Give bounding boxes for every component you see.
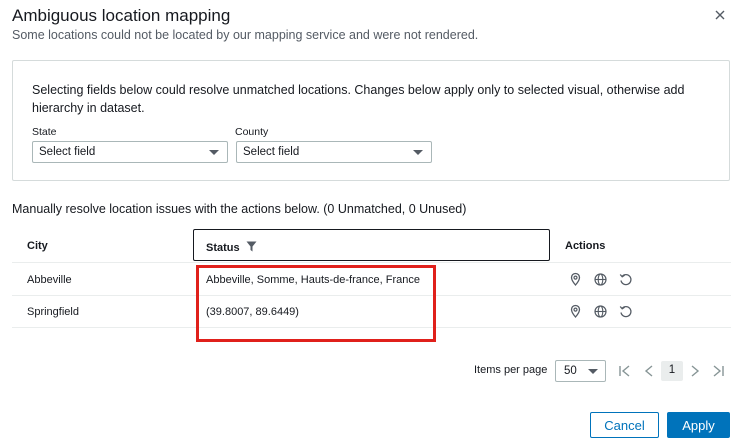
table-row-city: Springfield <box>27 306 79 318</box>
divider <box>12 262 731 263</box>
chevron-down-icon <box>209 150 219 155</box>
county-label: County <box>235 126 269 138</box>
dialog-title: Ambiguous location mapping <box>12 6 231 25</box>
globe-icon[interactable] <box>593 304 608 319</box>
next-page-icon[interactable] <box>688 363 702 379</box>
state-select-value: Select field <box>39 146 96 158</box>
items-per-page-select[interactable]: 50 <box>555 360 606 382</box>
map-pin-icon[interactable] <box>568 272 583 287</box>
column-header-status[interactable]: Status <box>193 229 550 261</box>
close-icon <box>715 10 725 20</box>
table-row-actions <box>568 304 633 319</box>
last-page-icon[interactable] <box>711 363 725 379</box>
state-label: State <box>32 126 57 138</box>
chevron-down-icon <box>588 369 598 374</box>
county-select-value: Select field <box>243 146 300 158</box>
close-button[interactable] <box>712 8 728 24</box>
manual-resolve-text: Manually resolve location issues with th… <box>12 202 467 216</box>
chevron-down-icon <box>413 150 423 155</box>
filter-icon[interactable] <box>246 241 257 252</box>
undo-icon[interactable] <box>618 304 633 319</box>
current-page[interactable]: 1 <box>661 361 683 381</box>
highlight-box <box>196 265 436 342</box>
table-row-city: Abbeville <box>27 274 72 286</box>
panel-description: Selecting fields below could resolve unm… <box>32 83 685 115</box>
previous-page-icon[interactable] <box>642 363 656 379</box>
table-row-actions <box>568 272 633 287</box>
field-selection-panel: Selecting fields below could resolve unm… <box>12 60 730 181</box>
items-per-page-value: 50 <box>564 365 577 377</box>
cancel-button[interactable]: Cancel <box>590 412 659 438</box>
column-header-status-label: Status <box>206 242 240 254</box>
column-header-city[interactable]: City <box>27 229 48 262</box>
apply-button[interactable]: Apply <box>667 412 730 438</box>
state-select[interactable]: Select field <box>32 141 228 163</box>
column-header-actions: Actions <box>565 240 606 252</box>
dialog-subtitle: Some locations could not be located by o… <box>12 28 479 42</box>
globe-icon[interactable] <box>593 272 608 287</box>
county-select[interactable]: Select field <box>236 141 432 163</box>
map-pin-icon[interactable] <box>568 304 583 319</box>
items-per-page-label: Items per page <box>474 364 548 376</box>
undo-icon[interactable] <box>618 272 633 287</box>
first-page-icon[interactable] <box>618 363 632 379</box>
